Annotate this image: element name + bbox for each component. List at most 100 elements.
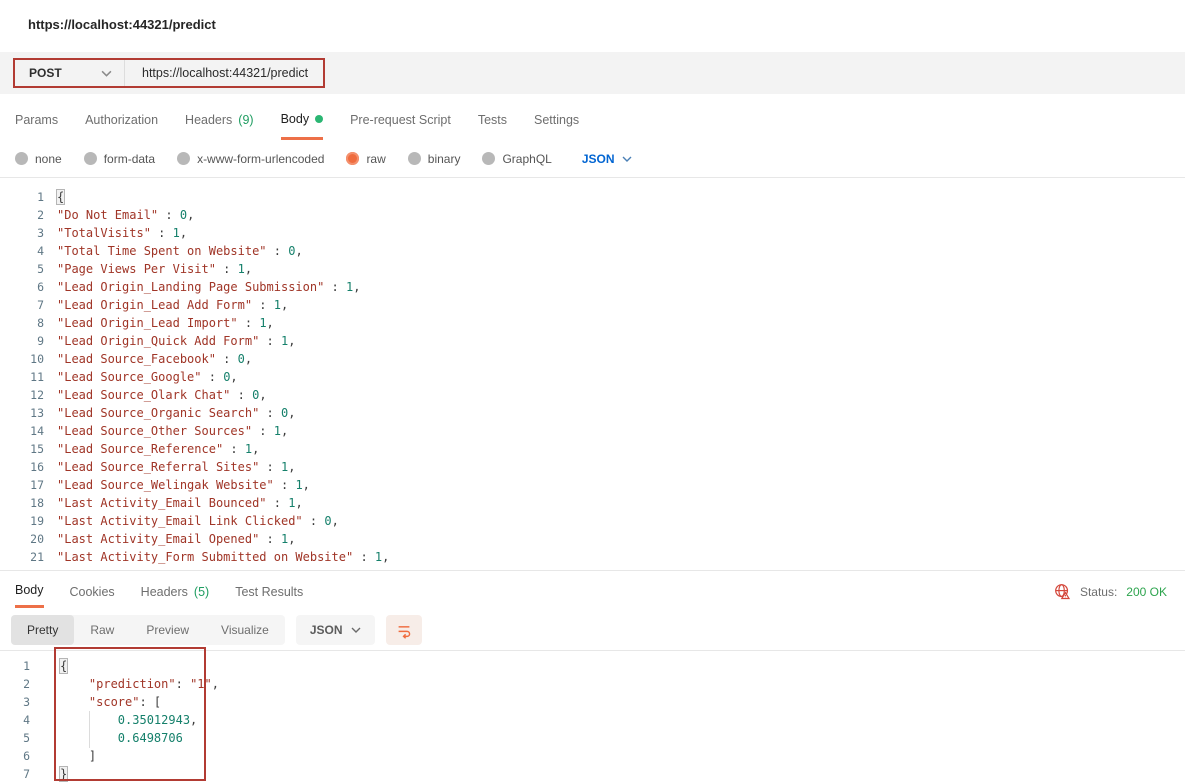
code-text: "Do Not Email" : 0, xyxy=(57,208,195,222)
code-line[interactable]: 7} xyxy=(0,765,1185,783)
line-number: 7 xyxy=(23,767,30,781)
code-text: "Lead Source_Facebook" : 0, xyxy=(57,352,253,366)
line-number: 2 xyxy=(37,208,44,222)
code-line[interactable]: 6 "Lead Origin_Landing Page Submission" :… xyxy=(0,278,1185,296)
radio-icon xyxy=(15,152,28,165)
response-tab-headers[interactable]: Headers (5) xyxy=(141,583,210,608)
response-body-editor[interactable]: 1{2 "prediction": "1", 3 "score": [4 0.35… xyxy=(0,647,1185,783)
response-tab-cookies[interactable]: Cookies xyxy=(70,583,115,608)
line-number: 3 xyxy=(37,226,44,240)
request-body-editor[interactable]: 1{ 2 "Do Not Email" : 0, 3 "TotalVisits" : 1… xyxy=(0,178,1185,570)
line-number: 4 xyxy=(23,713,30,727)
code-line[interactable]: 5 0.6498706 xyxy=(0,729,1185,747)
code-line[interactable]: 14 "Lead Source_Other Sources" : 1, xyxy=(0,422,1185,440)
headers-count: (5) xyxy=(193,584,210,599)
chevron-down-icon xyxy=(101,70,112,77)
response-tab-body[interactable]: Body xyxy=(15,583,44,608)
code-line[interactable]: 10 "Lead Source_Facebook" : 0, xyxy=(0,350,1185,368)
tab-tests[interactable]: Tests xyxy=(478,108,507,140)
code-line[interactable]: 1{ xyxy=(0,657,1185,675)
code-line[interactable]: 1{ xyxy=(0,188,1185,206)
line-number: 19 xyxy=(30,514,44,528)
code-line[interactable]: 11 "Lead Source_Google" : 0, xyxy=(0,368,1185,386)
wrap-text-icon xyxy=(398,625,410,639)
code-line[interactable]: 4 "Total Time Spent on Website" : 0, xyxy=(0,242,1185,260)
mode-x-www-form-urlencoded[interactable]: x-www-form-urlencoded xyxy=(177,152,324,166)
code-text: "Total Time Spent on Website" : 0, xyxy=(57,244,303,258)
response-tab-test-results[interactable]: Test Results xyxy=(235,583,303,608)
wrap-text-button[interactable] xyxy=(385,614,422,645)
code-text: "Lead Source_Organic Search" : 0, xyxy=(57,406,296,420)
tab-body[interactable]: Body xyxy=(280,108,324,140)
line-number: 11 xyxy=(30,370,44,384)
tab-params[interactable]: Params xyxy=(15,108,58,140)
tab-authorization[interactable]: Authorization xyxy=(85,108,158,140)
chevron-down-icon xyxy=(622,156,632,162)
view-pretty[interactable]: Pretty xyxy=(11,614,75,645)
annotation-box-request: POST https://localhost:44321/predict xyxy=(13,58,325,88)
code-line[interactable]: 8 "Lead Origin_Lead Import" : 1, xyxy=(0,314,1185,332)
response-tabs-row: Body Cookies Headers (5) Test Results Sta… xyxy=(0,571,1185,609)
code-line[interactable]: 21 "Last Activity_Form Submitted on Websi… xyxy=(0,548,1185,566)
tab-headers[interactable]: Headers (9) xyxy=(185,108,254,140)
tab-label: Body xyxy=(15,583,44,597)
code-line[interactable]: 7 "Lead Origin_Lead Add Form" : 1, xyxy=(0,296,1185,314)
response-section: Body Cookies Headers (5) Test Results Sta… xyxy=(0,570,1185,783)
response-language-select[interactable]: JSON xyxy=(295,614,375,645)
code-text: "score": [ xyxy=(88,695,162,709)
line-number: 6 xyxy=(37,280,44,294)
view-visualize[interactable]: Visualize xyxy=(205,615,285,645)
code-text: 0.6498706 xyxy=(117,731,183,745)
view-raw[interactable]: Raw xyxy=(74,615,130,645)
code-line[interactable]: 13 "Lead Source_Organic Search" : 0, xyxy=(0,404,1185,422)
code-line[interactable]: 18 "Last Activity_Email Bounced" : 1, xyxy=(0,494,1185,512)
code-line[interactable]: 9 "Lead Origin_Quick Add Form" : 1, xyxy=(0,332,1185,350)
url-input[interactable]: https://localhost:44321/predict xyxy=(125,66,308,80)
code-line[interactable]: 19 "Last Activity_Email Link Clicked" : 0… xyxy=(0,512,1185,530)
code-line[interactable]: 5 "Page Views Per Visit" : 1, xyxy=(0,260,1185,278)
code-line[interactable]: 20 "Last Activity_Email Opened" : 1, xyxy=(0,530,1185,548)
response-tabs: Body Cookies Headers (5) Test Results xyxy=(15,583,303,608)
code-line[interactable]: 4 0.35012943, xyxy=(0,711,1185,729)
code-line[interactable]: 6 ] xyxy=(0,747,1185,765)
code-text: { xyxy=(55,189,66,205)
line-number: 9 xyxy=(37,334,44,348)
code-text: { xyxy=(58,658,69,674)
view-preview[interactable]: Preview xyxy=(130,615,205,645)
mode-graphql[interactable]: GraphQL xyxy=(482,152,552,166)
code-line[interactable]: 2 "Do Not Email" : 0, xyxy=(0,206,1185,224)
code-text: "TotalVisits" : 1, xyxy=(57,226,188,240)
line-number: 7 xyxy=(37,298,44,312)
request-tabs: Params Authorization Headers (9) Body Pre… xyxy=(0,94,1185,140)
radio-icon xyxy=(83,152,97,165)
code-line[interactable]: 2 "prediction": "1", xyxy=(0,675,1185,693)
line-number: 6 xyxy=(23,749,30,763)
code-line[interactable]: 3 "TotalVisits" : 1, xyxy=(0,224,1185,242)
mode-binary[interactable]: binary xyxy=(407,152,460,166)
code-text: 0.35012943, xyxy=(117,713,198,727)
code-line[interactable]: 15 "Lead Source_Reference" : 1, xyxy=(0,440,1185,458)
radio-icon xyxy=(407,152,421,165)
method-select[interactable]: POST xyxy=(15,60,125,86)
code-text: ] xyxy=(60,749,97,763)
code-text: "Lead Source_Google" : 0, xyxy=(57,370,238,384)
mode-none[interactable]: none xyxy=(15,152,62,166)
tab-label: Tests xyxy=(477,113,507,127)
tab-settings[interactable]: Settings xyxy=(534,108,579,140)
method-label: POST xyxy=(29,66,62,80)
mode-label: x-www-form-urlencoded xyxy=(197,151,325,166)
code-line[interactable]: 17 "Lead Source_Welingak Website" : 1, xyxy=(0,476,1185,494)
code-text: "Lead Source_Referral Sites" : 1, xyxy=(57,460,296,474)
code-line[interactable]: 12 "Lead Source_Olark Chat" : 0, xyxy=(0,386,1185,404)
line-number: 10 xyxy=(30,352,44,366)
network-warning-icon[interactable] xyxy=(1054,583,1071,600)
mode-raw[interactable]: raw xyxy=(346,152,386,166)
line-number: 12 xyxy=(30,388,44,402)
code-line[interactable]: 3 "score": [ xyxy=(0,693,1185,711)
mode-form-data[interactable]: form-data xyxy=(83,152,155,166)
code-text: "Lead Origin_Lead Import" : 1, xyxy=(57,316,274,330)
request-tab-title: https://localhost:44321/predict xyxy=(28,17,216,32)
code-line[interactable]: 16 "Lead Source_Referral Sites" : 1, xyxy=(0,458,1185,476)
tab-pre-request-script[interactable]: Pre-request Script xyxy=(350,108,451,140)
request-language-select[interactable]: JSON xyxy=(582,152,632,166)
